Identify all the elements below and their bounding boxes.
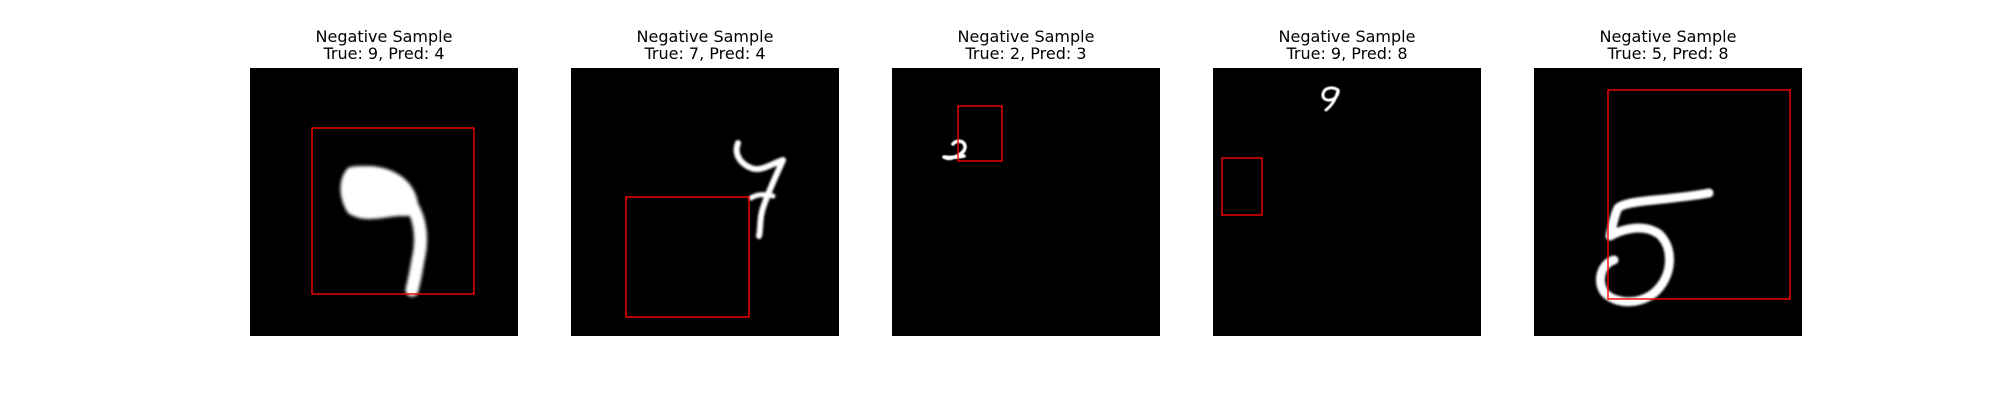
panel-1-image (250, 68, 518, 336)
panel-1-title: Negative Sample True: 9, Pred: 4 (250, 28, 518, 62)
panel-2-background (571, 68, 839, 336)
panel-4-heading: Negative Sample (1278, 27, 1416, 46)
panel-1-heading: Negative Sample (315, 27, 453, 46)
panel-2: Negative Sample True: 7, Pred: 4 (571, 0, 839, 340)
panel-5-subtitle: True: 5, Pred: 8 (1607, 44, 1729, 63)
panel-3: Negative Sample True: 2, Pred: 3 (892, 0, 1160, 340)
panel-2-heading: Negative Sample (636, 27, 774, 46)
panel-4-image (1213, 68, 1481, 336)
panel-3-image (892, 68, 1160, 336)
panel-5-heading: Negative Sample (1599, 27, 1737, 46)
panel-3-background (892, 68, 1160, 336)
panel-5: Negative Sample True: 5, Pred: 8 (1534, 0, 1802, 340)
panel-1: Negative Sample True: 9, Pred: 4 (250, 0, 518, 340)
panel-3-heading: Negative Sample (957, 27, 1095, 46)
panel-3-subtitle: True: 2, Pred: 3 (965, 44, 1087, 63)
panel-2-title: Negative Sample True: 7, Pred: 4 (571, 28, 839, 62)
panel-2-image (571, 68, 839, 336)
panel-4-background (1213, 68, 1481, 336)
panel-5-image (1534, 68, 1802, 336)
panel-2-subtitle: True: 7, Pred: 4 (644, 44, 766, 63)
panel-4-title: Negative Sample True: 9, Pred: 8 (1213, 28, 1481, 62)
panel-3-title: Negative Sample True: 2, Pred: 3 (892, 28, 1160, 62)
panel-1-subtitle: True: 9, Pred: 4 (323, 44, 445, 63)
figure: Negative Sample True: 9, Pred: 4 Negativ… (0, 0, 2000, 400)
panel-5-title: Negative Sample True: 5, Pred: 8 (1534, 28, 1802, 62)
panel-4: Negative Sample True: 9, Pred: 8 (1213, 0, 1481, 340)
panel-4-subtitle: True: 9, Pred: 8 (1286, 44, 1408, 63)
